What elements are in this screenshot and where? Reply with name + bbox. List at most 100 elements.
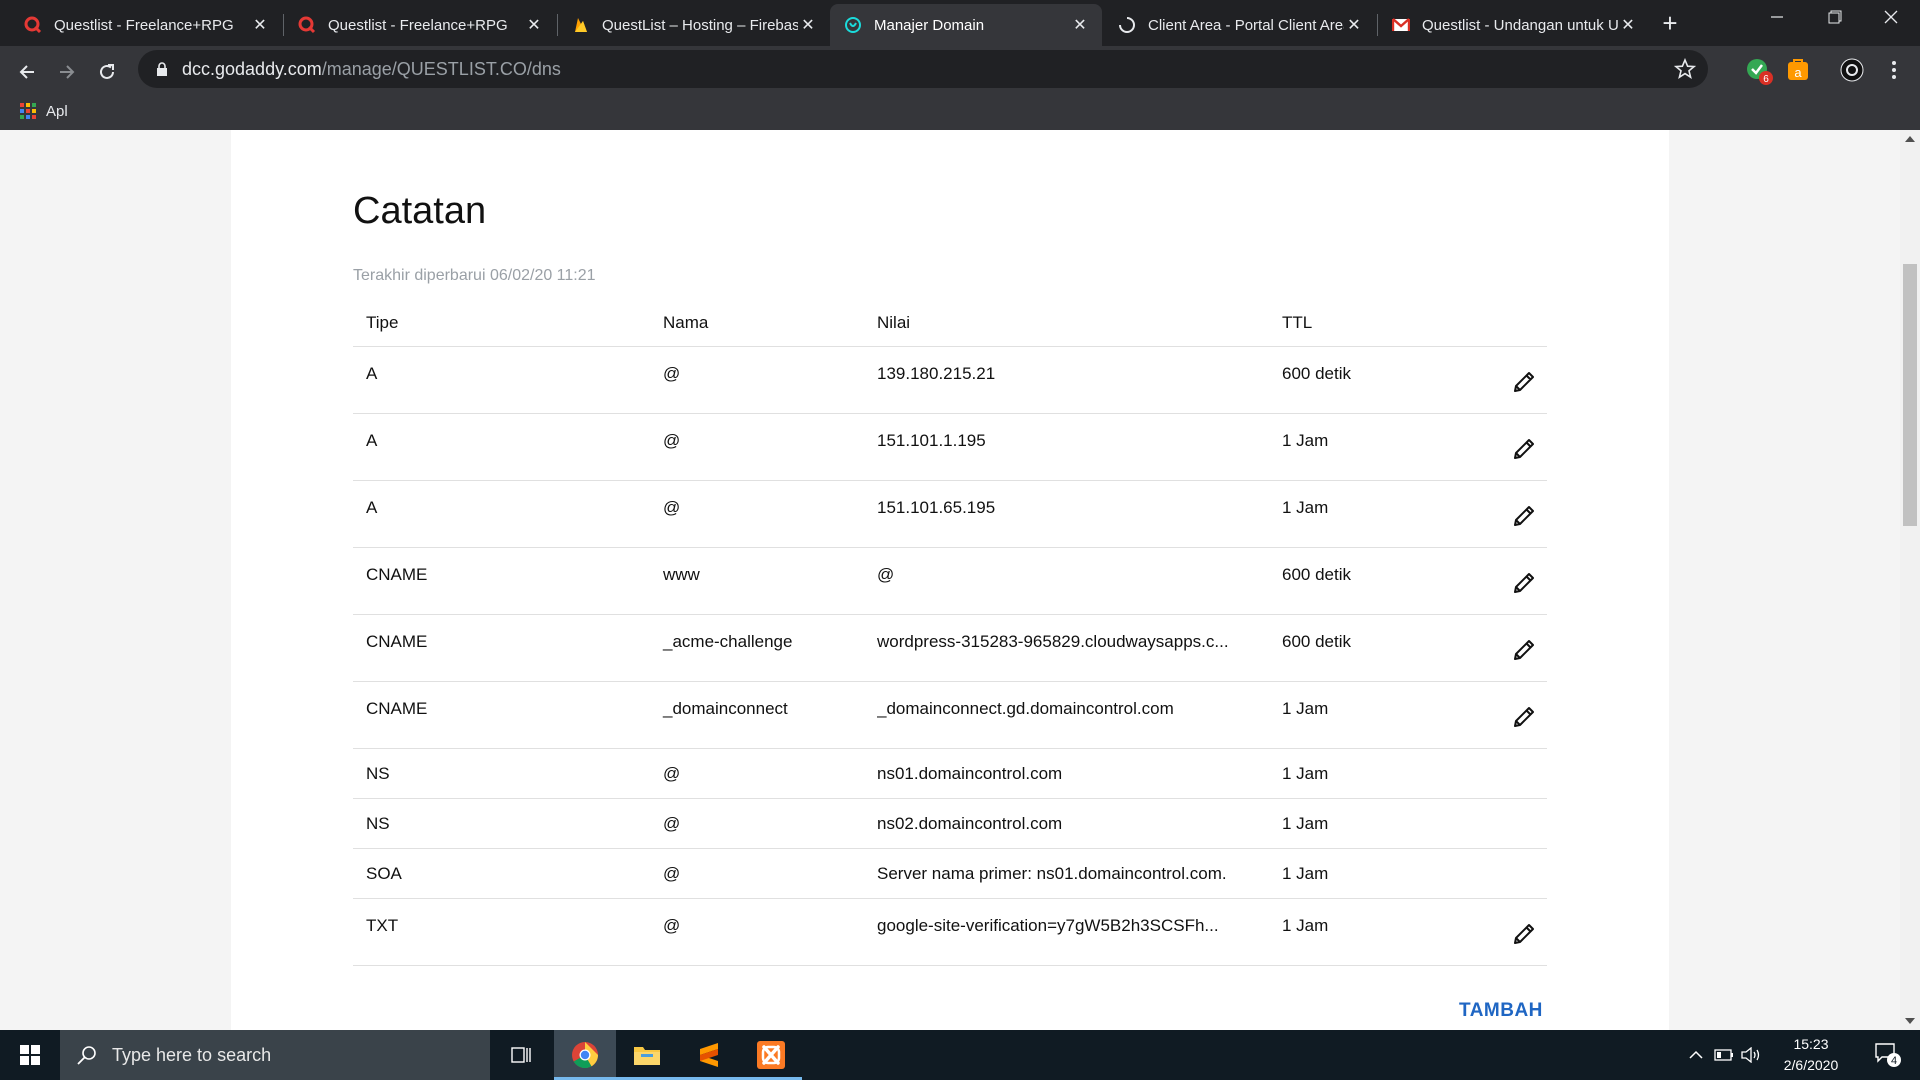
url-host: dcc.godaddy.com [182, 58, 322, 79]
browser-tab-active[interactable]: Manajer Domain ✕ [830, 4, 1102, 46]
clock-date: 2/6/2020 [1783, 1057, 1839, 1073]
edit-pencil-icon[interactable] [1511, 704, 1537, 730]
tab-title: Client Area - Portal Client Area [1148, 16, 1344, 34]
dns-records-table: Tipe Nama Nilai TTL A @ 139.180.215.21 6… [353, 300, 1547, 966]
edit-pencil-icon[interactable] [1511, 921, 1537, 947]
browser-tab-1[interactable]: Questlist - Freelance+RPG ✕ [10, 4, 282, 46]
url-text: dcc.godaddy.com/manage/QUESTLIST.CO/dns [182, 59, 561, 80]
column-header-type[interactable]: Tipe [353, 313, 663, 333]
record-value: google-site-verification=y7gW5B2h3SCSFh.… [877, 916, 1219, 935]
close-icon[interactable]: ✕ [524, 15, 544, 35]
table-row: A @ 151.101.65.195 1 Jam [353, 481, 1547, 548]
apps-grid-icon [20, 103, 36, 119]
column-header-ttl[interactable]: TTL [1282, 313, 1482, 333]
task-view-icon [511, 1047, 531, 1063]
scroll-up-arrow-icon[interactable] [1905, 136, 1915, 142]
godaddy-icon [844, 16, 862, 34]
record-ttl: 1 Jam [1282, 431, 1329, 450]
bookmark-star-icon[interactable] [1673, 57, 1697, 80]
clock-time: 15:23 [1793, 1036, 1829, 1052]
close-icon[interactable]: ✕ [1618, 15, 1638, 35]
questlist-icon [24, 16, 42, 34]
column-header-name[interactable]: Nama [663, 313, 877, 333]
minimize-icon[interactable] [1748, 0, 1806, 40]
record-name: @ [663, 764, 681, 783]
tab-title: QuestList – Hosting – Firebase [602, 16, 798, 34]
notification-center-button[interactable]: 4 [1864, 1030, 1912, 1080]
record-value: 151.101.65.195 [877, 498, 996, 517]
arrow-left-icon [19, 65, 34, 79]
close-icon[interactable]: ✕ [798, 15, 818, 35]
reload-button[interactable] [88, 53, 126, 91]
profile-avatar-icon[interactable] [1840, 58, 1864, 82]
record-ttl: 1 Jam [1282, 814, 1329, 833]
record-type: CNAME [366, 565, 428, 584]
record-ttl: 1 Jam [1282, 864, 1329, 883]
shield-check-extension-icon[interactable]: 6 [1746, 58, 1773, 85]
last-updated-text: Terakhir diperbarui 06/02/20 11:21 [353, 267, 596, 284]
windows-start-button[interactable] [0, 1030, 60, 1080]
record-name: www [663, 565, 700, 584]
taskbar-chrome-app[interactable] [554, 1030, 616, 1080]
browser-tab-strip: Questlist - Freelance+RPG ✕ Questlist - … [0, 0, 1920, 46]
record-type: A [366, 364, 378, 383]
record-name: _domainconnect [663, 699, 788, 718]
taskbar-explorer-app[interactable] [616, 1030, 678, 1080]
column-header-value[interactable]: Nilai [877, 313, 1282, 333]
search-placeholder: Type here to search [112, 1044, 272, 1065]
close-window-icon[interactable] [1862, 0, 1920, 40]
windows-taskbar: Type here to search 15:23 2/6/2020 4 [0, 1030, 1920, 1080]
menu-kebab-icon[interactable] [1882, 58, 1906, 82]
edit-pencil-icon[interactable] [1511, 436, 1537, 462]
taskbar-sublime-app[interactable] [678, 1030, 740, 1080]
lock-icon[interactable] [152, 59, 172, 79]
close-icon[interactable]: ✕ [1070, 15, 1090, 35]
firebase-icon [572, 16, 590, 34]
add-record-button[interactable]: TAMBAH [1459, 1000, 1543, 1022]
record-type: A [366, 498, 378, 517]
record-value: ns02.domaincontrol.com [877, 814, 1063, 833]
table-row: CNAME _domainconnect _domainconnect.gd.d… [353, 682, 1547, 749]
browser-tab-2[interactable]: Questlist - Freelance+RPG ✕ [284, 4, 556, 46]
close-icon[interactable]: ✕ [1344, 15, 1364, 35]
table-row: CNAME _acme-challenge wordpress-315283-9… [353, 615, 1547, 682]
windows-logo-icon [20, 1045, 40, 1065]
speaker-icon[interactable] [1738, 1030, 1764, 1080]
back-button[interactable] [8, 53, 46, 91]
url-path: /manage/QUESTLIST.CO/dns [321, 58, 561, 79]
record-ttl: 1 Jam [1282, 699, 1329, 718]
address-bar[interactable]: dcc.godaddy.com/manage/QUESTLIST.CO/dns [138, 50, 1708, 88]
browser-tab-6[interactable]: Questlist - Undangan untuk Us ✕ [1378, 4, 1650, 46]
taskbar-xampp-app[interactable] [740, 1030, 802, 1080]
edit-pencil-icon[interactable] [1511, 570, 1537, 596]
apps-shortcut[interactable]: Apl [20, 103, 68, 120]
edit-pencil-icon[interactable] [1511, 369, 1537, 395]
notification-count: 4 [1891, 1055, 1897, 1067]
taskbar-clock[interactable]: 15:23 2/6/2020 [1768, 1034, 1854, 1076]
sublime-text-icon [700, 1043, 718, 1067]
page-scrollbar[interactable] [1900, 130, 1920, 1030]
record-type: NS [366, 764, 390, 783]
task-view-button[interactable] [490, 1030, 552, 1080]
table-row: SOA @ Server nama primer: ns01.domaincon… [353, 849, 1547, 899]
browser-tab-5[interactable]: Client Area - Portal Client Area ✕ [1104, 4, 1376, 46]
scroll-down-arrow-icon[interactable] [1905, 1018, 1915, 1024]
restore-icon[interactable] [1806, 0, 1864, 40]
edit-pencil-icon[interactable] [1511, 637, 1537, 663]
scrollbar-thumb[interactable] [1903, 264, 1917, 526]
taskbar-search-box[interactable]: Type here to search [60, 1030, 490, 1080]
amazon-extension-icon[interactable]: a [1786, 58, 1810, 82]
tray-chevron-up-icon[interactable] [1684, 1030, 1708, 1080]
record-value: Server nama primer: ns01.domaincontrol.c… [877, 864, 1227, 883]
record-ttl: 600 detik [1282, 565, 1351, 584]
edit-pencil-icon[interactable] [1511, 503, 1537, 529]
record-type: NS [366, 814, 390, 833]
new-tab-button[interactable]: + [1655, 8, 1685, 38]
battery-icon[interactable] [1712, 1030, 1736, 1080]
tab-title: Manajer Domain [874, 16, 985, 34]
close-icon[interactable]: ✕ [250, 15, 270, 35]
extension-badge: 6 [1763, 74, 1769, 85]
forward-button[interactable] [48, 53, 86, 91]
browser-tab-3[interactable]: QuestList – Hosting – Firebase ✕ [558, 4, 830, 46]
tab-title: Questlist - Undangan untuk Us [1422, 16, 1618, 34]
